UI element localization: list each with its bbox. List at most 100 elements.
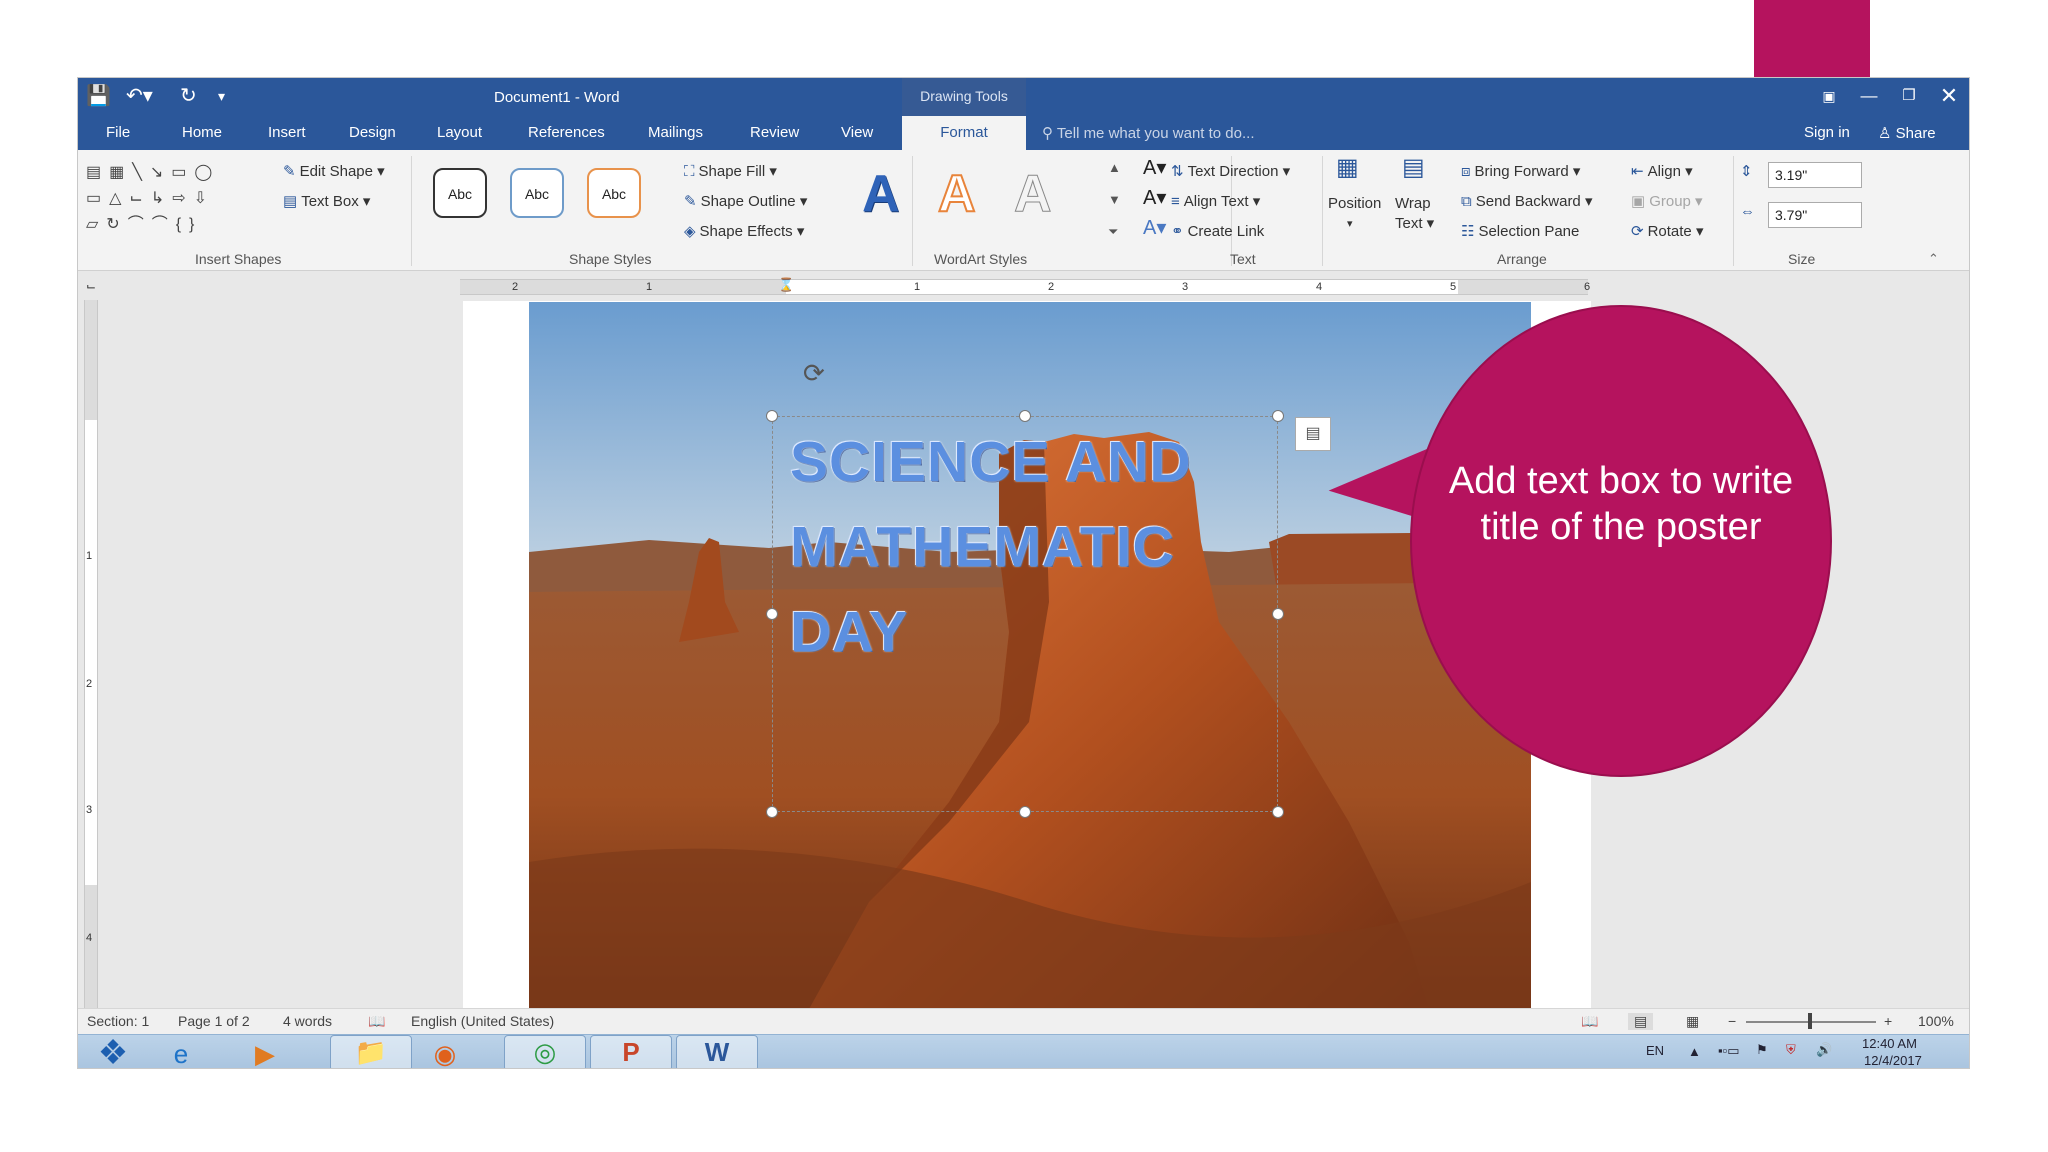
- shape-style-preset-1[interactable]: Abc: [433, 168, 487, 218]
- tab-home[interactable]: Home: [182, 124, 222, 141]
- gallery-more-icon[interactable]: ⏷: [1108, 222, 1118, 242]
- ie-icon[interactable]: e: [150, 1031, 212, 1068]
- page-status[interactable]: Page 1 of 2: [178, 1013, 250, 1029]
- text-effects-icon[interactable]: A▾: [1143, 218, 1166, 238]
- language-indicator[interactable]: EN: [1646, 1043, 1664, 1058]
- shape-outline-button[interactable]: ✎ Shape Outline ▾: [684, 192, 807, 212]
- tell-me-search[interactable]: ⚲ Tell me what you want to do...: [1042, 124, 1255, 142]
- restore-icon[interactable]: ❐: [1892, 82, 1926, 110]
- resize-handle[interactable]: [766, 410, 778, 422]
- horizontal-ruler[interactable]: 2 1 1 2 3 4 5 6 ⌛: [460, 278, 1590, 295]
- word-count-status[interactable]: 4 words: [283, 1013, 332, 1029]
- share-button[interactable]: ♙ Share: [1878, 124, 1936, 142]
- language-status[interactable]: English (United States): [411, 1013, 554, 1029]
- zoom-out-icon[interactable]: −: [1728, 1013, 1736, 1029]
- zoom-slider-thumb[interactable]: [1808, 1013, 1812, 1029]
- shape-style-preset-2[interactable]: Abc: [510, 168, 564, 218]
- tab-references[interactable]: References: [528, 124, 605, 141]
- media-player-icon[interactable]: ▶: [234, 1031, 296, 1068]
- text-outline-icon[interactable]: A▾: [1143, 188, 1166, 208]
- text-fill-icon[interactable]: A▾: [1143, 158, 1166, 178]
- action-center-flag-icon[interactable]: ⚑: [1756, 1042, 1768, 1058]
- create-link-button[interactable]: ⚭ Create Link: [1171, 222, 1264, 242]
- resize-handle[interactable]: [1019, 806, 1031, 818]
- section-status[interactable]: Section: 1: [87, 1013, 149, 1029]
- tab-insert[interactable]: Insert: [268, 124, 306, 141]
- align-text-button[interactable]: ≡ Align Text ▾: [1171, 192, 1260, 212]
- sign-in-link[interactable]: Sign in: [1804, 124, 1850, 141]
- resize-handle[interactable]: [1272, 410, 1284, 422]
- title-text-line-2[interactable]: MATHEMATIC: [790, 514, 1175, 580]
- customize-icon[interactable]: ▾: [218, 84, 225, 108]
- vertical-ruler[interactable]: 1 2 3 4: [84, 300, 98, 1008]
- start-icon[interactable]: ❖: [82, 1031, 144, 1068]
- position-button[interactable]: Position: [1328, 194, 1381, 214]
- tab-format[interactable]: Format: [902, 116, 1026, 150]
- volume-icon[interactable]: 🔊: [1816, 1042, 1832, 1058]
- shape-width-input[interactable]: 3.79": [1768, 202, 1862, 228]
- security-icon[interactable]: ⛨: [1786, 1042, 1796, 1058]
- selection-pane-button[interactable]: ☷ Selection Pane: [1461, 222, 1579, 242]
- zoom-in-icon[interactable]: +: [1884, 1013, 1892, 1029]
- network-icon[interactable]: ▪▫▭: [1718, 1043, 1740, 1059]
- resize-handle[interactable]: [766, 608, 778, 620]
- minimize-icon[interactable]: —: [1852, 82, 1886, 110]
- position-dropdown-icon[interactable]: ▾: [1347, 214, 1353, 234]
- edit-shape-button[interactable]: ✎ Edit Shape ▾: [283, 162, 385, 182]
- title-text-line-1[interactable]: SCIENCE AND: [790, 429, 1192, 495]
- shapes-gallery[interactable]: ▤▦╲↘▭◯ ▭△⌙↳⇨⇩ ▱↻⌒⌒{}: [86, 160, 266, 238]
- proofing-icon[interactable]: 📖: [368, 1013, 385, 1030]
- web-layout-icon[interactable]: ▦: [1686, 1013, 1699, 1030]
- text-box-button[interactable]: ▤ Text Box ▾: [283, 192, 370, 212]
- print-layout-icon[interactable]: ▤: [1628, 1013, 1654, 1030]
- tab-view[interactable]: View: [841, 124, 873, 141]
- bring-forward-button[interactable]: ⧈ Bring Forward ▾: [1461, 162, 1580, 182]
- close-icon[interactable]: ✕: [1932, 82, 1966, 110]
- explorer-icon[interactable]: 📁: [330, 1035, 412, 1068]
- tray-expand-icon[interactable]: ▲: [1688, 1044, 1701, 1059]
- indent-marker-icon[interactable]: ⌛: [778, 278, 794, 292]
- collapse-ribbon-icon[interactable]: ⌃: [1928, 249, 1939, 269]
- wordart-style-2[interactable]: A: [937, 164, 977, 224]
- read-mode-icon[interactable]: 📖: [1581, 1013, 1598, 1030]
- layout-options-icon[interactable]: ▤: [1295, 417, 1331, 451]
- gallery-scroll-down-icon[interactable]: ▼: [1108, 190, 1121, 210]
- tab-file[interactable]: File: [106, 124, 130, 141]
- gallery-scroll-up-icon[interactable]: ▲: [1108, 158, 1121, 178]
- redo-icon[interactable]: ↻: [180, 84, 197, 108]
- group-button[interactable]: ▣ Group ▾: [1631, 192, 1703, 212]
- shape-height-input[interactable]: 3.19": [1768, 162, 1862, 188]
- wordart-style-3[interactable]: A: [1014, 164, 1053, 224]
- wrap-text-button[interactable]: Wrap: [1395, 194, 1431, 214]
- wordart-style-1[interactable]: A: [862, 164, 900, 224]
- resize-handle[interactable]: [766, 806, 778, 818]
- shape-fill-button[interactable]: ⛶ Shape Fill ▾: [684, 162, 777, 182]
- rotate-handle-icon[interactable]: ⟳: [803, 359, 825, 387]
- word-icon[interactable]: W: [676, 1035, 758, 1068]
- text-direction-button[interactable]: ⇅ Text Direction ▾: [1171, 162, 1290, 182]
- send-backward-button[interactable]: ⧉ Send Backward ▾: [1461, 192, 1592, 212]
- wrap-text-button-line2[interactable]: Text ▾: [1395, 214, 1434, 234]
- undo-icon[interactable]: ↶▾: [126, 84, 153, 108]
- rotate-button[interactable]: ⟳ Rotate ▾: [1631, 222, 1703, 242]
- clock-date[interactable]: 12/4/2017: [1864, 1053, 1922, 1068]
- wrap-text-icon[interactable]: ▤: [1402, 156, 1425, 180]
- resize-handle[interactable]: [1272, 806, 1284, 818]
- shape-effects-button[interactable]: ◈ Shape Effects ▾: [684, 222, 804, 242]
- title-text-line-3[interactable]: DAY: [790, 599, 908, 665]
- position-icon[interactable]: ▦: [1336, 156, 1359, 180]
- chrome-icon[interactable]: ◎: [504, 1035, 586, 1068]
- resize-handle[interactable]: [1019, 410, 1031, 422]
- tab-selector-icon[interactable]: ⌙: [86, 279, 96, 293]
- tab-layout[interactable]: Layout: [437, 124, 482, 141]
- tab-review[interactable]: Review: [750, 124, 799, 141]
- firefox-icon[interactable]: ◉: [414, 1031, 476, 1068]
- clock-time[interactable]: 12:40 AM: [1862, 1036, 1917, 1051]
- ribbon-display-icon[interactable]: ▣: [1812, 82, 1846, 110]
- zoom-level[interactable]: 100%: [1918, 1013, 1954, 1029]
- tab-design[interactable]: Design: [349, 124, 396, 141]
- powerpoint-icon[interactable]: P: [590, 1035, 672, 1068]
- save-icon[interactable]: 💾: [86, 84, 111, 108]
- tab-mailings[interactable]: Mailings: [648, 124, 703, 141]
- align-button[interactable]: ⇤ Align ▾: [1631, 162, 1693, 182]
